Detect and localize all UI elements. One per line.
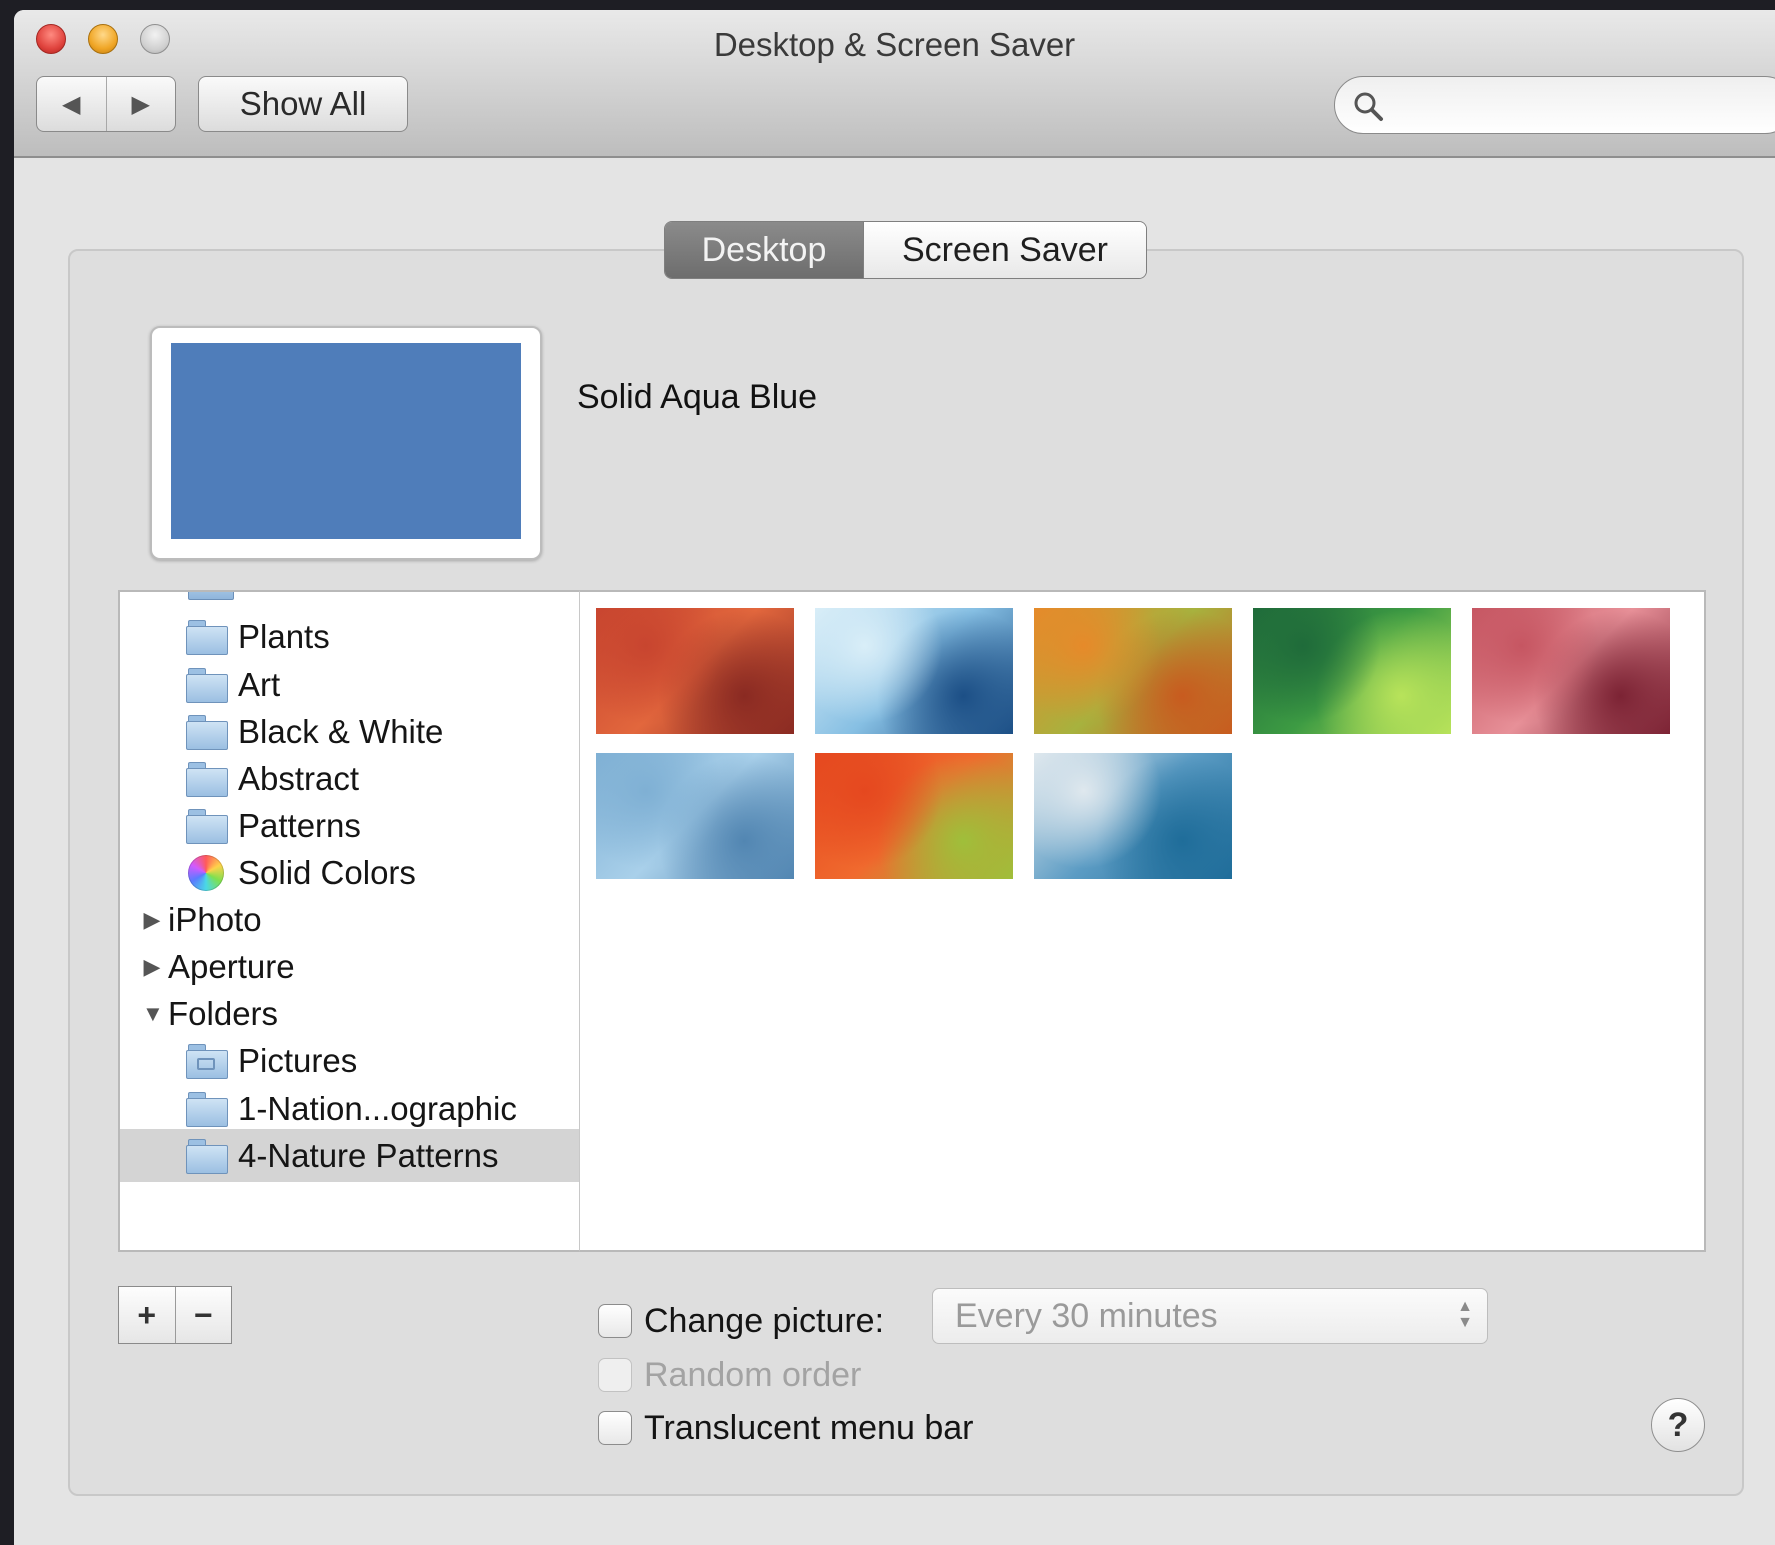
sidebar-item[interactable]: 4-Nature Patterns — [120, 1129, 579, 1182]
folder-icon — [186, 1091, 228, 1127]
window-title: Desktop & Screen Saver — [713, 26, 1076, 63]
search-field[interactable] — [1334, 76, 1775, 134]
sidebar-item-label: Plants — [238, 617, 330, 655]
thumbnail-ice-glacier[interactable] — [815, 608, 1013, 734]
folder-icon — [186, 667, 228, 703]
change-picture-checkbox[interactable] — [598, 1304, 632, 1338]
sidebar-item-label: Pictures — [238, 1041, 358, 1079]
folder-icon — [186, 619, 228, 655]
disclosure-right-icon[interactable]: ▶ — [142, 907, 162, 933]
tab-desktop[interactable]: Desktop — [665, 222, 863, 278]
change-picture-label: Change picture: — [644, 1302, 885, 1340]
back-arrow-icon[interactable]: ◀ — [37, 77, 106, 131]
source-list: Plants Art Black & White Abstract Patterns So… — [118, 590, 580, 1252]
sidebar-item-label: Abstract — [238, 759, 360, 797]
sidebar-item[interactable]: ▶ iPhoto — [120, 893, 579, 946]
add-remove-control: + − — [118, 1286, 232, 1344]
sidebar-item[interactable]: ▶ Aperture — [120, 940, 579, 993]
sidebar-item-label: Black & White — [238, 712, 444, 750]
sidebar-item[interactable]: 1-Nation...ographic — [120, 1082, 579, 1135]
folder-icon — [186, 1138, 228, 1174]
sidebar-item[interactable]: Plants — [120, 610, 579, 663]
thumbnail-red-leaf-veins[interactable] — [815, 753, 1013, 879]
image-grid — [580, 590, 1706, 1252]
thumbnail-frost-pattern[interactable] — [596, 753, 794, 879]
thumbnail-green-leaf[interactable] — [1253, 608, 1451, 734]
random-order-label: Random order — [644, 1356, 862, 1394]
remove-folder-button[interactable]: − — [174, 1287, 232, 1343]
thumbnail-sandstone-waves[interactable] — [1472, 608, 1670, 734]
thumbnail-autumn-forest[interactable] — [596, 608, 794, 734]
sidebar-item-label: 4-Nature Patterns — [238, 1136, 499, 1174]
sidebar-item-label: Folders — [168, 994, 279, 1032]
sidebar-item[interactable]: Art — [120, 658, 579, 711]
help-button[interactable]: ? — [1651, 1398, 1705, 1452]
preview-name: Solid Aqua Blue — [577, 378, 818, 416]
change-interval-value: Every 30 minutes — [955, 1296, 1218, 1335]
search-input[interactable] — [1395, 85, 1759, 127]
random-order-checkbox[interactable] — [598, 1358, 632, 1392]
sidebar-item-label: 1-Nation...ographic — [238, 1089, 517, 1127]
search-icon — [1354, 92, 1383, 121]
thumbnail-misty-lake[interactable] — [1034, 753, 1232, 879]
sidebar-item[interactable]: Patterns — [120, 799, 579, 852]
sidebar-item[interactable]: Solid Colors — [120, 846, 579, 899]
sidebar-item[interactable]: ▼ Folders — [120, 987, 579, 1040]
sidebar-item[interactable]: Abstract — [120, 752, 579, 805]
folder-icon — [186, 761, 228, 797]
sidebar-item-label: Solid Colors — [238, 853, 416, 891]
tab-bar: Desktop Screen Saver — [664, 221, 1147, 279]
forward-arrow-icon[interactable]: ▶ — [105, 77, 176, 131]
sidebar-item-label: Art — [238, 665, 281, 703]
popup-arrows-icon: ▲ ▼ — [1457, 1298, 1473, 1331]
thumbnail-eucalyptus-bark[interactable] — [1034, 608, 1232, 734]
translucent-menu-bar-checkbox[interactable] — [598, 1411, 632, 1445]
sidebar-item-label: iPhoto — [168, 900, 262, 938]
tab-screen-saver[interactable]: Screen Saver — [863, 222, 1146, 278]
sidebar-item[interactable]: Pictures — [120, 1034, 579, 1087]
folder-icon — [186, 714, 228, 750]
disclosure-right-icon[interactable]: ▶ — [142, 954, 162, 980]
add-folder-button[interactable]: + — [119, 1287, 175, 1343]
translucent-menu-bar-label: Translucent menu bar — [644, 1409, 974, 1447]
partial-folder-icon — [188, 592, 234, 600]
color-wheel-icon — [188, 854, 224, 891]
folder-icon — [186, 808, 228, 844]
preview-swatch — [171, 343, 521, 539]
desktop-preview — [150, 326, 542, 560]
change-interval-popup[interactable]: Every 30 minutes ▲ ▼ — [932, 1288, 1488, 1344]
back-forward-control: ◀ ▶ — [36, 76, 176, 132]
sidebar-item-label: Patterns — [238, 806, 361, 844]
system-preferences-window: Desktop & Screen Saver ◀ ▶ Show All Desk… — [14, 10, 1775, 1545]
sidebar-item-label: Aperture — [168, 947, 295, 985]
show-all-button[interactable]: Show All — [198, 76, 408, 132]
title-toolbar: Desktop & Screen Saver ◀ ▶ Show All — [14, 10, 1775, 158]
pictures-folder-icon — [186, 1043, 228, 1079]
sidebar-item[interactable]: Black & White — [120, 705, 579, 758]
disclosure-down-icon[interactable]: ▼ — [142, 1001, 164, 1027]
